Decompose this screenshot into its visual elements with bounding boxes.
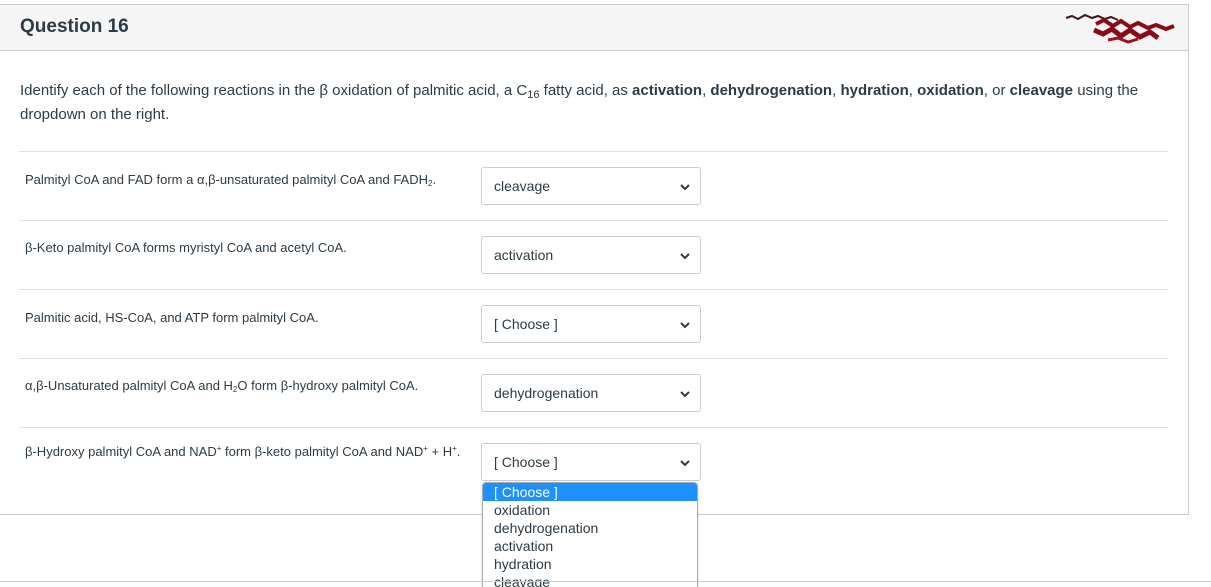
row-divider <box>19 358 1168 359</box>
reaction-statement-1: Palmityl CoA and FAD form a α,β-unsatura… <box>25 170 480 190</box>
row-divider <box>19 427 1168 428</box>
scribble-mark <box>1065 13 1175 44</box>
statement-text: . <box>456 444 461 459</box>
dropdown-option-choose[interactable]: [ Choose ] <box>483 483 697 501</box>
question-prompt: Identify each of the following reactions… <box>20 79 1160 127</box>
select-value: [ Choose ] <box>494 454 558 470</box>
prompt-subscript: 16 <box>527 89 540 101</box>
prompt-part: , or <box>983 82 1010 99</box>
prompt-part: Identify each of the following reactions… <box>20 82 528 99</box>
select-value: dehydrogenation <box>494 385 599 401</box>
question-title: Question 16 <box>20 16 129 37</box>
term-oxidation: oxidation <box>917 82 984 99</box>
prompt-part: , <box>908 82 918 99</box>
quiz-page: Question 16 Identify each of the followi… <box>0 0 1211 587</box>
reaction-statement-2: β-Keto palmityl CoA forms myristyl CoA a… <box>25 240 347 255</box>
chevron-down-icon <box>680 460 690 467</box>
statement-text: . <box>432 172 437 187</box>
dropdown-option-cleavage[interactable]: cleavage <box>483 573 697 587</box>
dropdown-options-list[interactable]: [ Choose ] oxidation dehydrogenation act… <box>482 482 698 587</box>
statement-text: form β-keto palmityl CoA and NAD <box>221 444 424 459</box>
term-hydration: hydration <box>840 82 909 99</box>
dropdown-option-hydration[interactable]: hydration <box>483 555 697 573</box>
page-divider <box>0 581 1211 582</box>
statement-text: Palmityl CoA and FAD form a α,β-unsatura… <box>25 172 428 187</box>
reaction-statement-3: Palmitic acid, HS-CoA, and ATP form palm… <box>25 310 319 325</box>
answer-select-1[interactable]: cleavage <box>481 167 701 205</box>
chevron-down-icon <box>680 322 690 329</box>
dropdown-option-activation[interactable]: activation <box>483 537 697 555</box>
select-value: activation <box>494 247 554 263</box>
row-divider <box>19 220 1168 221</box>
answer-select-2[interactable]: activation <box>481 236 701 274</box>
chevron-down-icon <box>680 391 690 398</box>
question-header: Question 16 <box>0 5 1188 51</box>
prompt-part: fatty acid, as <box>539 82 633 99</box>
term-cleavage: cleavage <box>1009 82 1074 99</box>
chevron-down-icon <box>680 184 690 191</box>
row-divider <box>19 289 1168 290</box>
answer-select-3[interactable]: [ Choose ] <box>481 305 701 343</box>
dropdown-option-dehydrogenation[interactable]: dehydrogenation <box>483 519 697 537</box>
statement-text: O form β-hydroxy palmityl CoA. <box>237 378 419 393</box>
reaction-statement-4: α,β-Unsaturated palmityl CoA and H2O for… <box>25 376 480 396</box>
statement-text: β-Hydroxy palmityl CoA and NAD <box>25 444 217 459</box>
statement-text: + H <box>427 444 453 459</box>
row-divider <box>19 151 1168 152</box>
answer-select-5[interactable]: [ Choose ] <box>481 443 701 481</box>
select-value: cleavage <box>494 178 551 194</box>
dropdown-option-oxidation[interactable]: oxidation <box>483 501 697 519</box>
statement-text: α,β-Unsaturated palmityl CoA and H <box>25 378 233 393</box>
term-activation: activation <box>632 82 703 99</box>
answer-select-4[interactable]: dehydrogenation <box>481 374 701 412</box>
term-dehydrogenation: dehydrogenation <box>710 82 833 99</box>
reaction-statement-5: β-Hydroxy palmityl CoA and NAD+ form β-k… <box>25 442 480 462</box>
chevron-down-icon <box>680 253 690 260</box>
select-value: [ Choose ] <box>494 316 558 332</box>
